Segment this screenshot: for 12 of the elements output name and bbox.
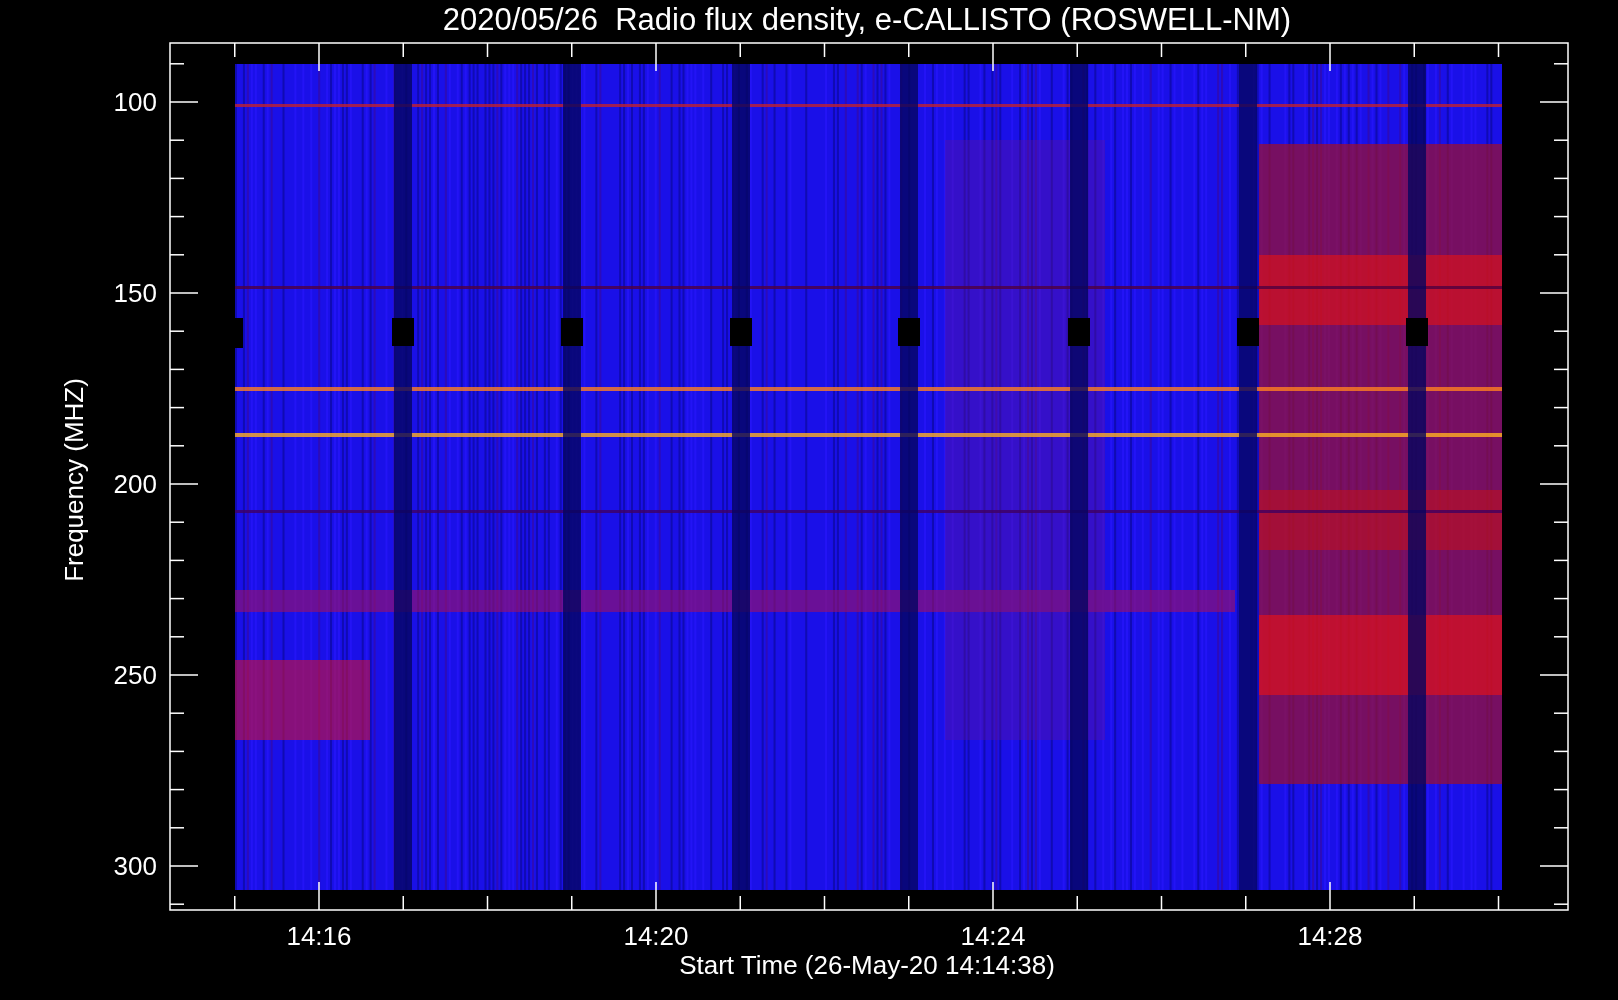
tick-label: 300 [113,851,157,881]
tick-label: 200 [113,469,157,499]
chart-title: 2020/05/26 Radio flux density, e-CALLISTO (ROSWELL-NM) [442,2,1292,37]
tick-label: 14:16 [286,921,352,951]
tick-label: 14:28 [1297,921,1363,951]
axis-label: Frequency (MHZ) [59,378,89,582]
tick-label: 150 [113,278,157,308]
axis-label: Start Time (26-May-20 14:14:38) [679,950,1055,980]
tick-label: 14:24 [960,921,1026,951]
tick-label: 14:20 [623,921,689,951]
tick-label: 100 [113,87,157,117]
tick-label: 250 [113,660,157,690]
